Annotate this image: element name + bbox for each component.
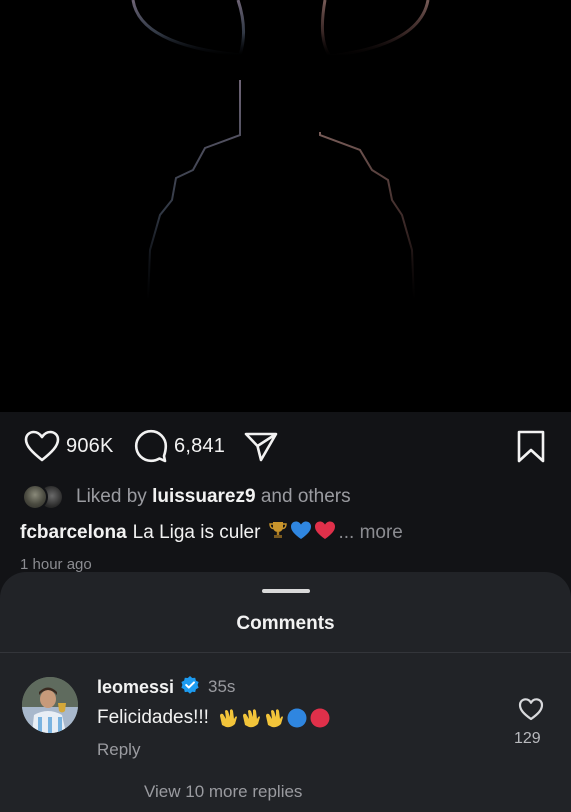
send-icon (244, 432, 278, 462)
share-button[interactable] (244, 431, 278, 463)
heart-icon (518, 698, 544, 721)
clapping-hands-icon (242, 709, 260, 728)
blue-circle-icon (287, 708, 307, 728)
comment-button[interactable]: 6,841 (134, 429, 225, 463)
post-time-ago: 1 hour ago (20, 556, 92, 573)
comments-count[interactable]: 6,841 (174, 435, 225, 458)
comment-text: Felicidades!!! (97, 707, 209, 728)
sheet-divider (0, 652, 571, 653)
heart-icon (24, 430, 60, 462)
trophy-icon (268, 520, 288, 546)
comment-body: Felicidades!!! (97, 707, 331, 729)
bookmark-icon (517, 430, 545, 463)
comment-time: 35s (208, 677, 236, 696)
caption-text: La Liga is culer (132, 522, 261, 543)
red-circle-icon (310, 708, 330, 728)
reply-button[interactable]: Reply (97, 740, 140, 760)
blue-heart-icon (290, 520, 312, 546)
comment-bubble-icon (134, 429, 168, 463)
clapping-hands-icon (265, 709, 283, 728)
liked-by-prefix: Liked by (76, 486, 147, 507)
verified-badge-icon (180, 675, 200, 700)
liked-by-suffix[interactable]: and others (261, 486, 351, 507)
post-actions: 906K 6,841 (0, 412, 571, 478)
commenter-avatar[interactable] (22, 677, 78, 733)
comments-sheet (0, 572, 571, 812)
post-image[interactable] (0, 0, 571, 412)
comment-like-count: 129 (514, 730, 541, 747)
sheet-drag-handle[interactable] (262, 589, 310, 593)
view-more-replies-button[interactable]: View 10 more replies (144, 782, 302, 802)
like-button[interactable]: 906K (24, 430, 114, 462)
comments-title: Comments (236, 613, 335, 634)
liker-avatar (22, 484, 48, 510)
save-button[interactable] (516, 430, 546, 464)
caption-username[interactable]: fcbarcelona (20, 522, 127, 544)
liked-by-text: Liked by luissuarez9 and others (76, 486, 351, 508)
comment-emojis (217, 707, 331, 729)
comment-username-row[interactable]: leomessi (97, 675, 200, 700)
trophy-silhouette-icon (131, 0, 430, 301)
liked-by-row[interactable]: Liked by luissuarez9 and others (22, 484, 351, 510)
caption-more-link[interactable]: ... more (338, 522, 402, 544)
likes-count[interactable]: 906K (66, 435, 114, 458)
clapping-hands-icon (219, 709, 237, 728)
comment-like-button[interactable] (518, 697, 544, 726)
post-caption: fcbarcelona La Liga is culer ... more (20, 520, 403, 546)
liked-by-user[interactable]: luissuarez9 (152, 486, 256, 507)
comment-username[interactable]: leomessi (97, 677, 174, 698)
red-heart-icon (314, 520, 336, 546)
